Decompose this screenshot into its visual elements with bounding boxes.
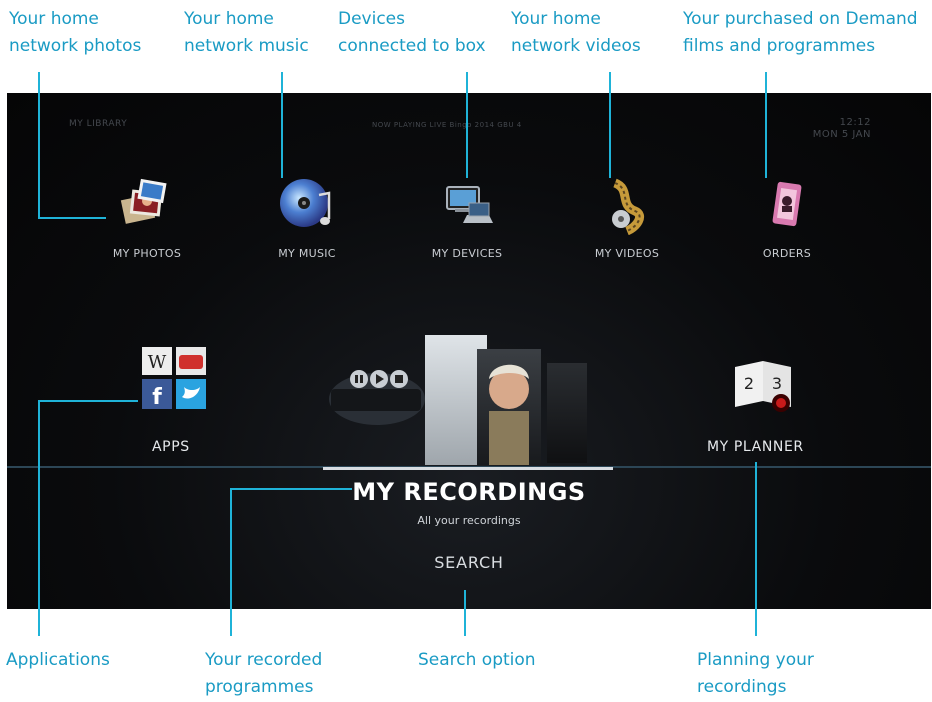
date-text: MON 5 JAN <box>812 129 871 140</box>
callout-recordings-line1: Your recorded <box>205 650 323 670</box>
connector-photos <box>38 72 40 218</box>
callout-planner: Planning your recordings <box>697 647 814 701</box>
callout-devices: Devices connected to box <box>338 6 486 60</box>
calendar-icon: 2 3 <box>735 361 791 412</box>
callout-devices-line2: connected to box <box>338 36 486 56</box>
callout-music: Your home network music <box>184 6 309 60</box>
callout-search: Search option <box>418 650 536 670</box>
search-button[interactable]: SEARCH <box>7 553 931 572</box>
tile-videos-label: MY VIDEOS <box>594 247 660 260</box>
callout-planner-line1: Planning your <box>697 650 814 670</box>
tile-my-music[interactable]: MY MUSIC <box>257 175 357 260</box>
connector-recordings-h <box>230 488 352 490</box>
set-top-box-icon <box>329 370 425 425</box>
callout-videos-line2: network videos <box>511 36 641 56</box>
tile-photos-label: MY PHOTOS <box>112 247 182 260</box>
callout-videos: Your home network videos <box>511 6 641 60</box>
callout-recordings-line2: programmes <box>205 677 314 697</box>
planner-label: MY PLANNER <box>707 439 804 455</box>
apps-icon: W f <box>142 347 206 410</box>
callout-music-line2: network music <box>184 36 309 56</box>
planner-tile[interactable]: 2 3 <box>729 349 799 423</box>
svg-text:f: f <box>152 385 162 410</box>
tile-my-devices[interactable]: MY DEVICES <box>417 175 517 260</box>
photos-icon <box>120 178 167 224</box>
recordings-box[interactable] <box>327 359 427 433</box>
callout-recordings: Your recorded programmes <box>205 647 322 701</box>
portrait-icon <box>489 364 529 465</box>
connector-devices <box>466 72 468 178</box>
devices-icon <box>446 186 493 223</box>
callout-photos: Your home network photos <box>9 6 141 60</box>
svg-text:2: 2 <box>744 374 754 393</box>
apps-tile[interactable]: W f <box>140 333 210 423</box>
connector-apps <box>38 400 40 636</box>
connector-photos-h <box>38 217 106 219</box>
connector-planner <box>755 462 757 636</box>
tile-music-label: MY MUSIC <box>278 247 336 260</box>
film-reel-icon <box>612 178 644 235</box>
callout-photos-line2: network photos <box>9 36 142 56</box>
clock: 12:12 MON 5 JAN <box>813 117 871 141</box>
callout-planner-line2: recordings <box>697 677 787 697</box>
callout-orders-line1: Your purchased on Demand <box>683 9 918 29</box>
connector-orders <box>765 72 767 178</box>
music-disc-icon <box>280 179 331 227</box>
connector-music <box>281 72 283 178</box>
connector-search <box>464 590 466 636</box>
connector-videos <box>609 72 611 178</box>
callout-orders: Your purchased on Demand films and progr… <box>683 6 918 60</box>
callout-videos-line1: Your home <box>511 9 601 29</box>
recording-thumb-man[interactable] <box>547 363 587 463</box>
selection-underline <box>323 467 613 470</box>
tile-orders[interactable]: ORDERS <box>737 175 837 260</box>
library-screen: MY LIBRARY NOW PLAYING LIVE Bingo 2014 G… <box>7 93 931 609</box>
apps-label: APPS <box>152 439 190 455</box>
connector-apps-h <box>38 400 138 402</box>
now-playing-text: NOW PLAYING LIVE Bingo 2014 GBU 4 <box>372 121 522 129</box>
recording-thumb-portrait[interactable] <box>477 349 541 465</box>
callout-photos-line1: Your home <box>9 9 99 29</box>
tile-devices-label: MY DEVICES <box>431 247 503 260</box>
connector-recordings <box>230 488 232 636</box>
callout-music-line1: Your home <box>184 9 274 29</box>
recordings-title[interactable]: MY RECORDINGS <box>7 478 931 506</box>
ticket-icon <box>772 181 802 227</box>
tile-my-photos[interactable]: MY PHOTOS <box>97 175 197 260</box>
section-title: MY LIBRARY <box>69 119 128 129</box>
svg-text:3: 3 <box>772 374 782 393</box>
callout-orders-line2: films and programmes <box>683 36 876 56</box>
tile-orders-label: ORDERS <box>762 247 812 260</box>
svg-text:W: W <box>148 352 167 373</box>
time-text: 12:12 <box>839 117 871 128</box>
tile-my-videos[interactable]: MY VIDEOS <box>577 175 677 260</box>
recordings-subtitle: All your recordings <box>417 514 521 527</box>
callout-devices-line1: Devices <box>338 9 405 29</box>
callout-apps: Applications <box>6 650 110 670</box>
